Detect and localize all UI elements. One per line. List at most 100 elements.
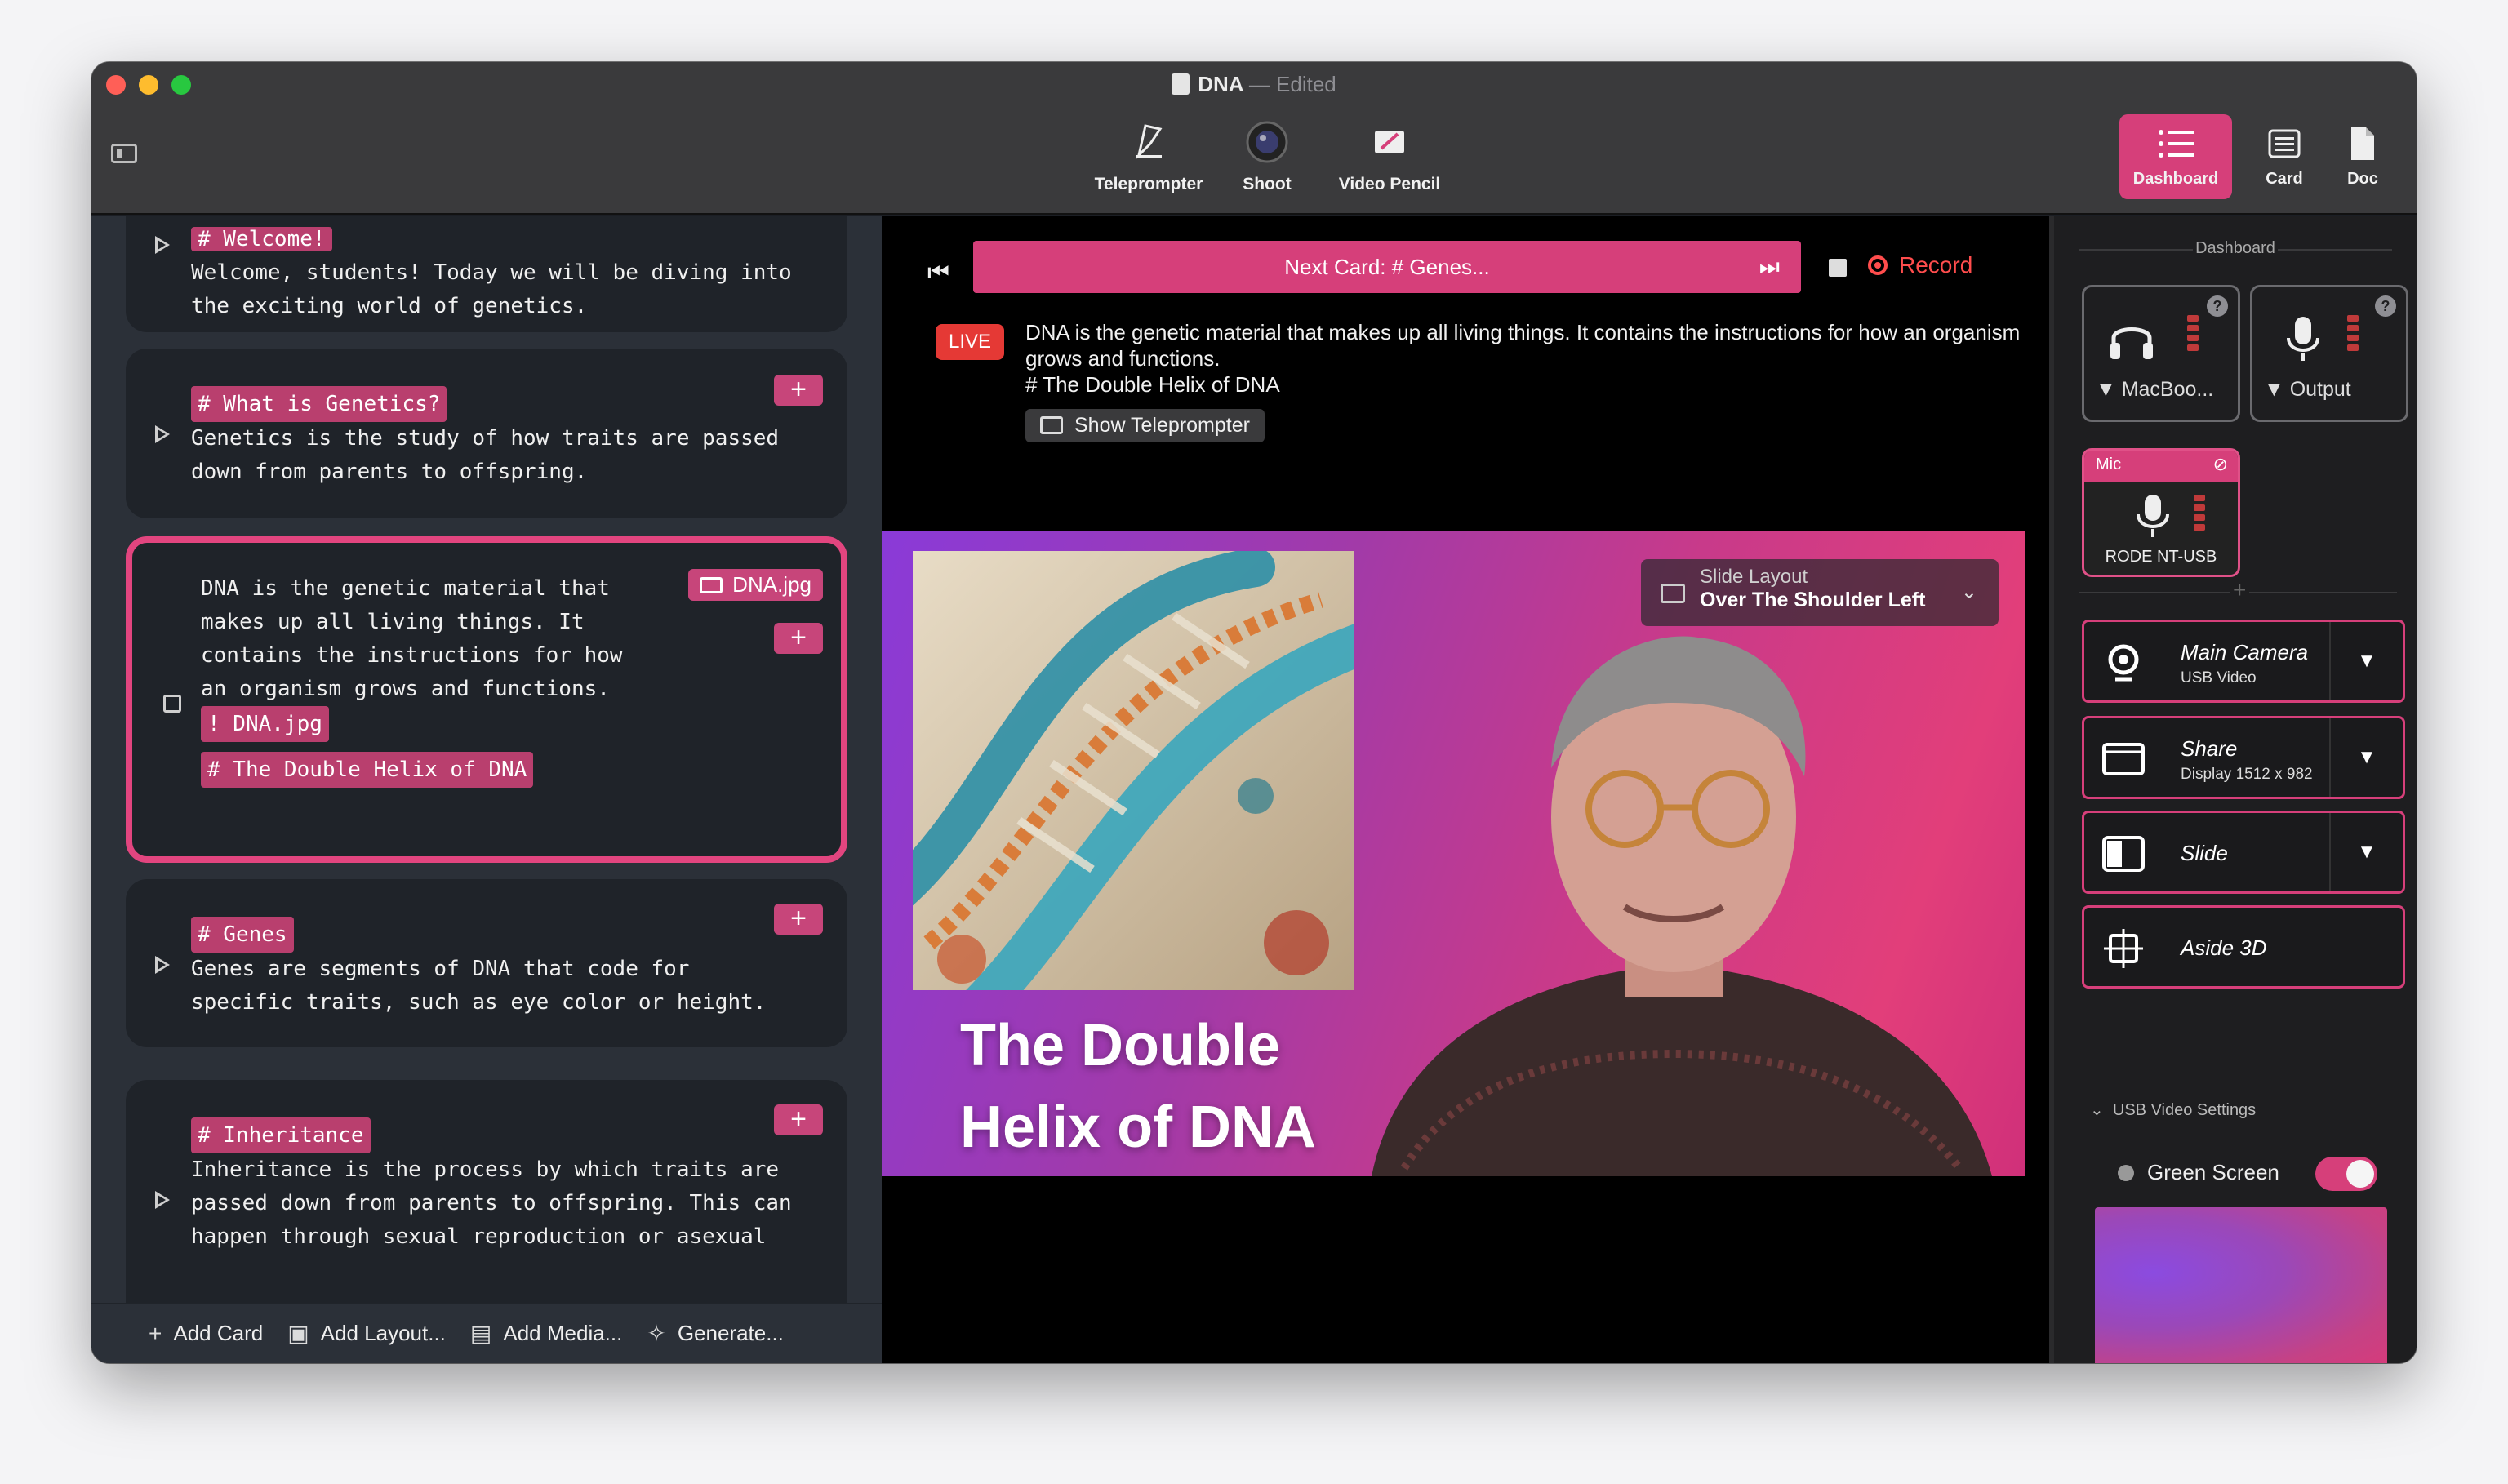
card-text: # Welcome! Welcome, students! Today we w…	[191, 223, 792, 323]
dashboard-panel: Dashboard ? ▼ MacBoo... ? ▼ Output Mic ⊘	[2049, 216, 2417, 1363]
source-main-camera[interactable]: Main Camera USB Video ▼	[2082, 620, 2405, 703]
card-label: Card	[2266, 170, 2303, 188]
card-dna-active[interactable]: DNA.jpg + DNA is the genetic material th…	[126, 536, 847, 863]
plus-icon: +	[149, 1320, 162, 1346]
card-icon	[2268, 129, 2301, 158]
add-layout-label: Add Layout...	[320, 1321, 446, 1345]
presenter-video	[1372, 636, 1992, 1176]
add-source-divider[interactable]	[2079, 577, 2397, 603]
video-pencil-tool[interactable]: Video Pencil	[1316, 119, 1463, 194]
stop-icon[interactable]	[163, 695, 181, 713]
help-icon[interactable]: ?	[2375, 295, 2396, 317]
audio-output-device[interactable]: ? ▼ MacBoo...	[2082, 285, 2240, 422]
source-title: Main Camera	[2181, 640, 2309, 664]
slide-layout-value: Over The Shoulder Left	[1700, 589, 1926, 611]
card-actions-bar: + Add Card ▣ Add Layout... ▤ Add Media... ✧…	[91, 1303, 882, 1363]
card-text: # What is Genetics? Genetics is the stud…	[191, 386, 779, 489]
add-button[interactable]: +	[774, 904, 823, 935]
add-media-button[interactable]: ▤ Add Media...	[470, 1320, 622, 1347]
teleprompter-icon	[1136, 124, 1163, 159]
mic-header-label: Mic	[2096, 455, 2122, 473]
teleprompter-line: DNA is the genetic material that makes u…	[1025, 320, 2021, 371]
dashboard-section-label: Dashboard	[2054, 239, 2417, 258]
add-layout-button[interactable]: ▣ Add Layout...	[287, 1320, 446, 1347]
source-dropdown-button[interactable]: ▼	[2329, 622, 2403, 700]
mic-input-device[interactable]: Mic ⊘ RODE NT-USB	[2082, 448, 2240, 577]
skip-forward-icon[interactable]: ⏭	[1759, 241, 1780, 293]
slide-icon	[2102, 836, 2145, 872]
output-label: Output	[2289, 378, 2351, 401]
audio-output-selector[interactable]: ? ▼ Output	[2250, 285, 2408, 422]
microphone-icon	[2287, 317, 2319, 361]
slide-layout-label: Slide Layout	[1700, 566, 1808, 588]
camera-lens-icon	[1246, 121, 1288, 163]
microphone-icon	[2137, 495, 2169, 537]
card-tab[interactable]: Card	[2243, 114, 2325, 199]
play-icon[interactable]	[155, 1191, 170, 1209]
add-card-button[interactable]: + Add Card	[149, 1321, 263, 1347]
card-body: Genes are segments of DNA that code for …	[191, 957, 767, 1015]
source-title: Aside 3D	[2181, 935, 2267, 960]
card-welcome[interactable]: # Welcome! Welcome, students! Today we w…	[126, 216, 847, 332]
card-header: # Genes	[191, 917, 294, 953]
play-icon[interactable]	[155, 236, 170, 254]
play-icon[interactable]	[155, 956, 170, 974]
card-body: Welcome, students! Today we will be divi…	[191, 260, 792, 318]
source-dropdown-button[interactable]: ▼	[2329, 813, 2403, 891]
green-screen-row: Green Screen	[2118, 1160, 2279, 1185]
show-teleprompter-button[interactable]: Show Teleprompter	[1025, 409, 1265, 442]
card-text: DNA is the genetic material that makes u…	[201, 572, 623, 788]
source-slide[interactable]: Slide ▼	[2082, 811, 2405, 894]
sidebar-toggle-icon[interactable]	[111, 144, 137, 163]
skip-back-icon[interactable]: ⏮	[927, 259, 949, 287]
green-screen-toggle[interactable]	[2315, 1157, 2377, 1191]
monitor-icon	[1040, 416, 1063, 434]
chevron-down-icon: ⌄	[2090, 1101, 2104, 1119]
add-button[interactable]: +	[774, 375, 823, 406]
add-button[interactable]: +	[774, 623, 823, 654]
play-icon[interactable]	[155, 425, 170, 443]
media-chip[interactable]: DNA.jpg	[688, 569, 823, 601]
doc-tab[interactable]: Doc	[2325, 114, 2400, 199]
titlebar: DNA — Edited Teleprompter Shoot Video Pe…	[91, 62, 2417, 215]
green-screen-label: Green Screen	[2147, 1160, 2279, 1184]
card-body: Genetics is the study of how traits are …	[191, 426, 780, 484]
slide-layout-dropdown[interactable]: Slide Layout Over The Shoulder Left ⌄	[1641, 559, 1999, 626]
slide-title-overlay: The Double Helix of DNA	[960, 1005, 1316, 1168]
next-card-bar[interactable]: Next Card: # Genes... ⏭	[973, 241, 1801, 293]
generate-button[interactable]: ✧ Generate...	[647, 1320, 784, 1347]
dashboard-label: Dashboard	[2132, 170, 2219, 188]
usb-video-settings-toggle[interactable]: ⌄ USB Video Settings	[2090, 1100, 2256, 1120]
document-icon	[1172, 73, 1190, 95]
teleprompter-tool[interactable]: Teleprompter	[1079, 119, 1218, 194]
card-text: # Inheritance Inheritance is the process…	[191, 1117, 792, 1254]
stop-button[interactable]	[1829, 259, 1847, 277]
add-card-label: Add Card	[173, 1321, 264, 1345]
card-header: # The Double Helix of DNA	[201, 752, 534, 788]
chevron-down-icon: ⌄	[1960, 581, 1977, 603]
card-header: # What is Genetics?	[191, 386, 447, 422]
source-aside-3d[interactable]: Aside 3D	[2082, 905, 2405, 989]
card-genes[interactable]: + # Genes Genes are segments of DNA that…	[126, 879, 847, 1047]
shoot-tool[interactable]: Shoot	[1218, 119, 1316, 194]
dashboard-tab[interactable]: Dashboard	[2119, 114, 2232, 199]
shoot-label: Shoot	[1243, 175, 1292, 193]
source-dropdown-button[interactable]: ▼	[2329, 718, 2403, 797]
card-what-is-genetics[interactable]: + # What is Genetics? Genetics is the st…	[126, 349, 847, 518]
add-media-label: Add Media...	[503, 1321, 623, 1345]
image-icon	[700, 577, 723, 593]
video-preview: Slide Layout Over The Shoulder Left ⌄ Th…	[882, 531, 2025, 1176]
list-icon	[2159, 130, 2194, 158]
card-inheritance[interactable]: + # Inheritance Inheritance is the proce…	[126, 1080, 847, 1325]
audio-output-label: MacBoo...	[2121, 378, 2214, 401]
mic-name: RODE NT-USB	[2105, 548, 2217, 566]
layout-icon	[1661, 584, 1685, 603]
record-button[interactable]: Record	[1868, 252, 1972, 278]
source-share[interactable]: Share Display 1512 x 982 ▼	[2082, 716, 2405, 799]
headphones-icon	[2110, 327, 2153, 359]
help-icon[interactable]: ?	[2207, 295, 2228, 317]
media-icon: ▤	[469, 1321, 492, 1346]
webcam-icon	[2108, 644, 2139, 682]
record-icon	[1868, 255, 1888, 275]
camera-off-icon[interactable]: ⊘	[2213, 454, 2228, 475]
